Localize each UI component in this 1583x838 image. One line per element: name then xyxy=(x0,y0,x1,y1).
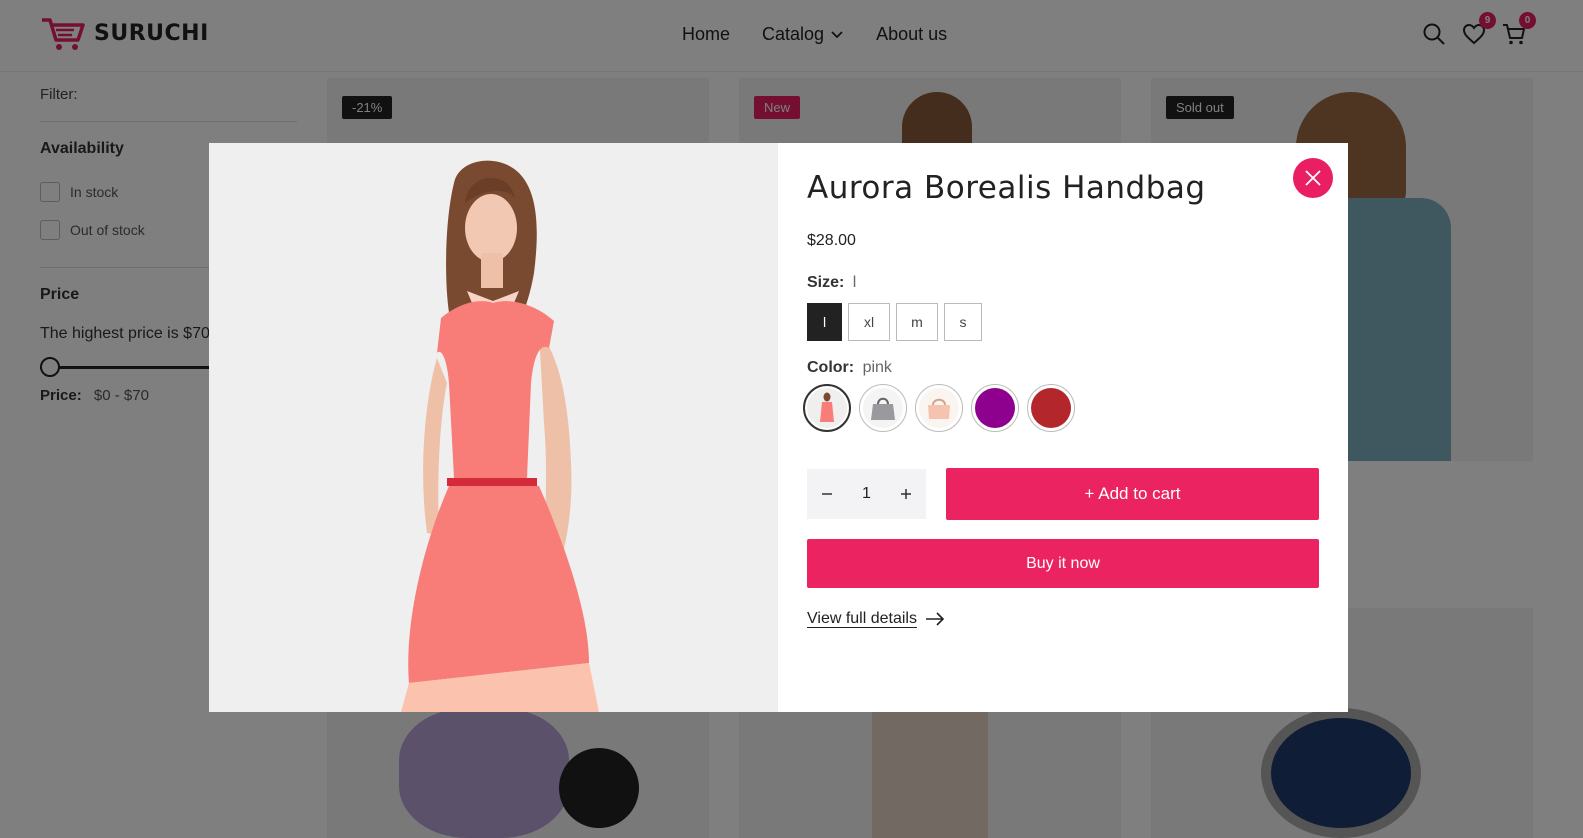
quantity-value[interactable]: 1 xyxy=(862,485,871,503)
product-title: Aurora Borealis Handbag xyxy=(807,170,1206,206)
product-price: $28.00 xyxy=(807,232,856,249)
increase-quantity-button[interactable] xyxy=(900,484,912,505)
decrease-quantity-button[interactable] xyxy=(821,484,833,505)
add-to-cart-button[interactable]: + Add to cart xyxy=(946,468,1319,520)
swatch-color-fill xyxy=(1031,388,1071,428)
size-option-l[interactable]: l xyxy=(807,303,842,341)
swatch-bag-thumbnail xyxy=(863,388,903,428)
model-illustration xyxy=(401,160,599,712)
color-swatch-red[interactable] xyxy=(1027,384,1075,432)
buy-now-button[interactable]: Buy it now xyxy=(807,539,1319,588)
swatch-color-fill xyxy=(975,388,1015,428)
color-swatch-pink[interactable] xyxy=(803,384,851,432)
plus-icon xyxy=(901,488,911,499)
purchase-row: 1 + Add to cart xyxy=(807,468,1319,520)
size-option-s[interactable]: s xyxy=(944,303,982,341)
size-option-label: Size: l xyxy=(807,274,1319,292)
quantity-stepper[interactable]: 1 xyxy=(807,469,926,519)
size-label: Size: xyxy=(807,274,845,291)
minus-icon xyxy=(822,492,832,495)
selected-size: l xyxy=(852,274,857,291)
color-swatch-grey[interactable] xyxy=(859,384,907,432)
color-label: Color: xyxy=(807,359,855,376)
view-details-label: View full details xyxy=(807,610,917,627)
size-option-xl[interactable]: xl xyxy=(848,303,890,341)
size-option-m[interactable]: m xyxy=(896,303,938,341)
size-options: l xl m s xyxy=(807,303,1319,341)
close-icon xyxy=(1305,170,1321,186)
arrow-right-icon xyxy=(925,612,945,626)
color-swatches xyxy=(803,384,1319,432)
close-button[interactable] xyxy=(1293,158,1333,198)
color-swatch-peach[interactable] xyxy=(915,384,963,432)
swatch-peach-bag-thumbnail xyxy=(919,388,959,428)
color-swatch-purple[interactable] xyxy=(971,384,1019,432)
product-info: Aurora Borealis Handbag $28.00 Size: l l… xyxy=(778,143,1348,712)
view-full-details-link[interactable]: View full details xyxy=(807,610,1319,628)
color-option-label: Color: pink xyxy=(807,359,1319,377)
swatch-dress-thumbnail xyxy=(807,388,847,428)
selected-color: pink xyxy=(862,359,892,376)
quick-view-modal: Aurora Borealis Handbag $28.00 Size: l l… xyxy=(209,143,1348,712)
product-image xyxy=(209,143,778,712)
